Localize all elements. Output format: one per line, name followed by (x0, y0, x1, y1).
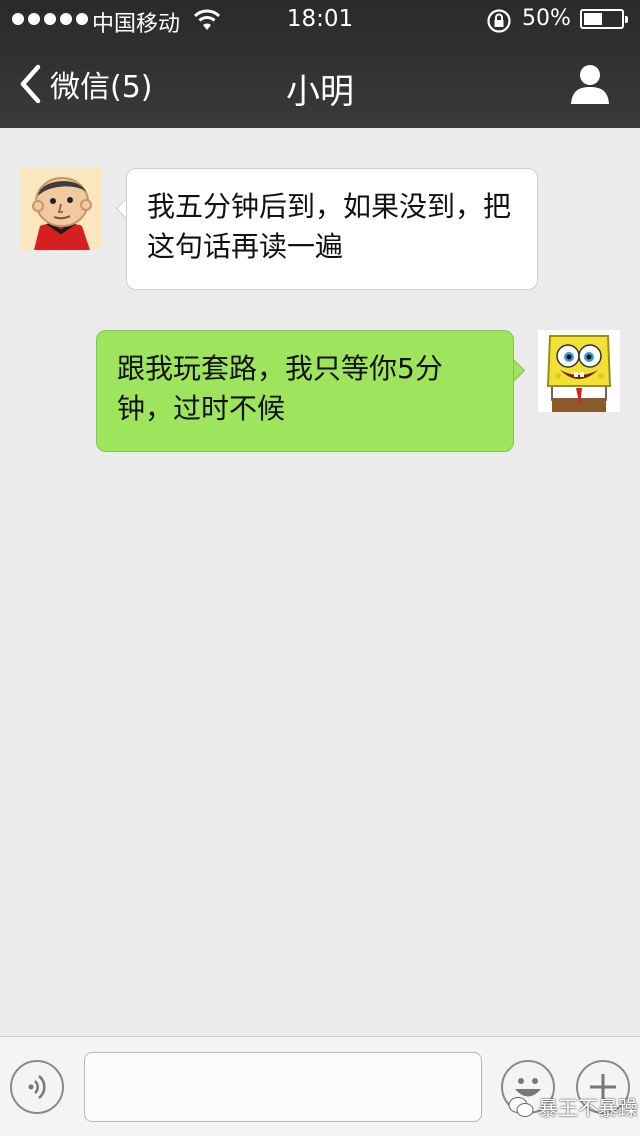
contact-profile-icon[interactable] (568, 62, 612, 106)
spongebob-avatar[interactable] (538, 330, 620, 412)
cartoon-boy-avatar[interactable] (20, 168, 102, 250)
input-toolbar (0, 1036, 640, 1136)
status-bar: 中国移动 18:01 50% (0, 0, 640, 40)
top-bar: 中国移动 18:01 50% 微信(5) 小明 (0, 0, 640, 128)
battery-percent: 50% (522, 6, 571, 31)
outgoing-message-bubble[interactable]: 跟我玩套路，我只等你5分 钟，过时不候 (96, 330, 514, 452)
message-text-line: 跟我玩套路，我只等你5分 (117, 352, 443, 385)
watermark: 暴王不暴躁 (508, 1092, 638, 1121)
voice-icon (28, 1075, 46, 1099)
voice-input-button[interactable] (10, 1060, 64, 1114)
message-text-line: 我五分钟后到，如果没到，把 (147, 190, 512, 223)
message-text-line: 这句话再读一遍 (147, 230, 344, 263)
message-text-line: 钟，过时不候 (117, 392, 286, 425)
rotation-lock-icon (487, 9, 511, 33)
incoming-message-bubble[interactable]: 我五分钟后到，如果没到，把 这句话再读一遍 (126, 168, 538, 290)
wechat-logo-icon (508, 1096, 534, 1117)
chat-title: 小明 (286, 72, 354, 112)
message-input[interactable] (84, 1052, 482, 1122)
navigation-bar: 微信(5) 小明 (0, 40, 640, 128)
watermark-text: 暴王不暴躁 (538, 1096, 638, 1120)
battery-icon (580, 9, 628, 29)
